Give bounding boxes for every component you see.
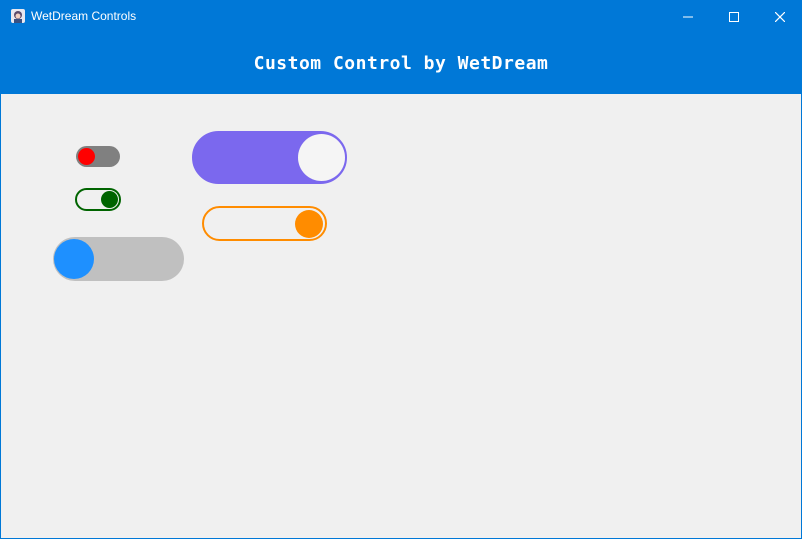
toggle-knob bbox=[298, 134, 345, 181]
close-icon bbox=[775, 11, 785, 22]
toggle-knob bbox=[295, 210, 323, 238]
app-window: WetDream Controls Custom Control by WetD… bbox=[0, 0, 802, 539]
orange-toggle[interactable] bbox=[202, 206, 327, 241]
blue-toggle[interactable] bbox=[53, 237, 184, 281]
toggle-knob bbox=[101, 191, 118, 208]
title-bar[interactable]: WetDream Controls bbox=[1, 1, 801, 32]
close-button[interactable] bbox=[757, 1, 802, 32]
avatar-icon bbox=[11, 9, 25, 23]
toggle-knob bbox=[78, 148, 95, 165]
red-toggle[interactable] bbox=[76, 146, 120, 167]
minimize-button[interactable] bbox=[665, 1, 711, 32]
header-title: Custom Control by WetDream bbox=[253, 52, 549, 74]
toggle-knob bbox=[54, 239, 94, 279]
minimize-icon bbox=[683, 16, 693, 17]
maximize-button[interactable] bbox=[711, 1, 757, 32]
header-banner: Custom Control by WetDream bbox=[1, 32, 801, 94]
purple-toggle[interactable] bbox=[192, 131, 347, 184]
maximize-icon bbox=[729, 11, 739, 22]
green-toggle[interactable] bbox=[75, 188, 121, 211]
window-title: WetDream Controls bbox=[31, 9, 137, 23]
